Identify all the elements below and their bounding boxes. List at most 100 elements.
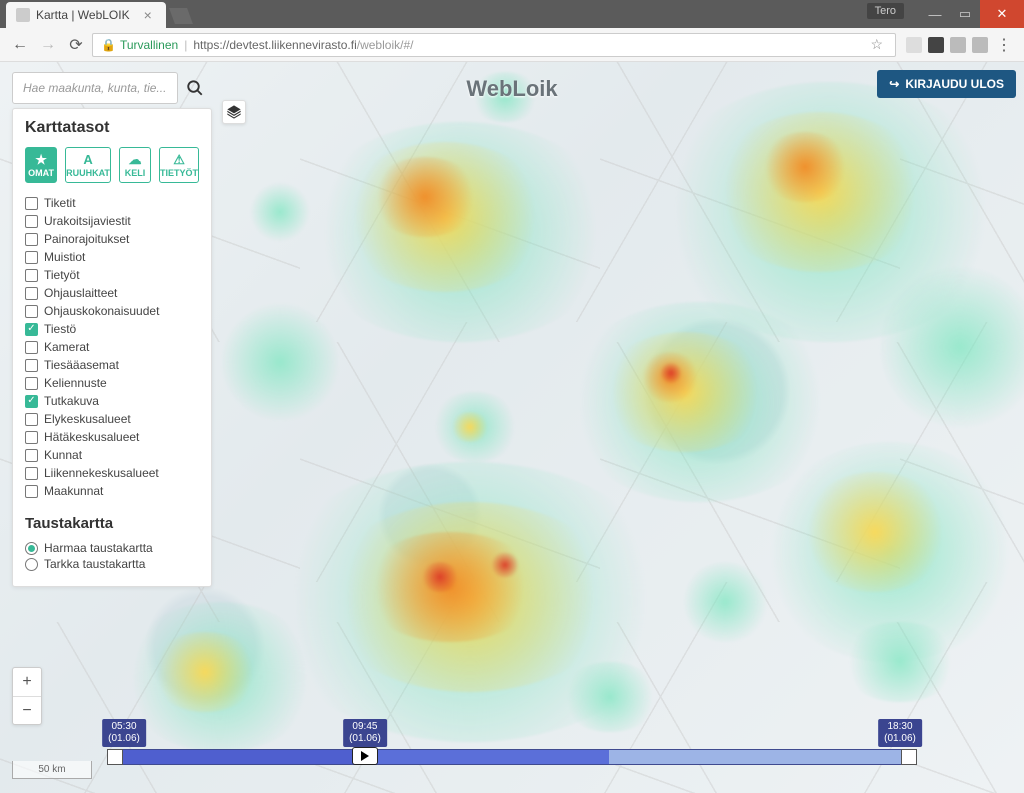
app-title: WebLoik <box>466 76 557 102</box>
radio-icon[interactable] <box>25 558 38 571</box>
checkbox-icon[interactable] <box>25 485 38 498</box>
basemap-item[interactable]: Tarkka taustakartta <box>25 556 199 572</box>
scale-bar: 50 km <box>12 761 92 779</box>
layer-item[interactable]: Kamerat <box>25 339 199 355</box>
zoom-in-button[interactable]: + <box>13 668 41 696</box>
layers-toggle-button[interactable] <box>222 100 246 124</box>
logout-button[interactable]: ↪ KIRJAUDU ULOS <box>877 70 1016 98</box>
layer-item[interactable]: Muistiot <box>25 249 199 265</box>
timeline-handle-start[interactable] <box>107 749 123 765</box>
checkbox-icon[interactable] <box>25 341 38 354</box>
layer-label: Hätäkeskusalueet <box>44 430 139 444</box>
category-button-tietyöt[interactable]: ⚠TIETYÖT <box>159 147 199 183</box>
layer-item[interactable]: Painorajoitukset <box>25 231 199 247</box>
search-icon[interactable] <box>184 77 206 99</box>
layer-item[interactable]: Kunnat <box>25 447 199 463</box>
checkbox-icon[interactable] <box>25 449 38 462</box>
timeline-current-label: 09:45 (01.06) <box>343 719 387 747</box>
layer-item[interactable]: Urakoitsijaviestit <box>25 213 199 229</box>
checkbox-icon[interactable] <box>25 395 38 408</box>
category-button-omat[interactable]: ★OMAT <box>25 147 57 183</box>
timeline-start-date: (01.06) <box>108 733 140 745</box>
checkbox-icon[interactable] <box>25 269 38 282</box>
window-user-label[interactable]: Tero <box>867 3 904 19</box>
checkbox-icon[interactable] <box>25 431 38 444</box>
window-close-button[interactable]: ✕ <box>980 0 1024 28</box>
checkbox-icon[interactable] <box>25 323 38 336</box>
browser-menu-button[interactable]: ⋮ <box>992 33 1016 57</box>
checkbox-icon[interactable] <box>25 467 38 480</box>
layer-item[interactable]: Tutkakuva <box>25 393 199 409</box>
basemap-title: Taustakartta <box>25 515 199 532</box>
layer-item[interactable]: Keliennuste <box>25 375 199 391</box>
category-button-keli[interactable]: ☁KELI <box>119 147 151 183</box>
secure-indicator: 🔒 Turvallinen <box>101 38 178 52</box>
timeline-track[interactable] <box>108 749 916 765</box>
checkbox-icon[interactable] <box>25 359 38 372</box>
secure-label: Turvallinen <box>120 38 178 52</box>
extension-icon[interactable] <box>906 37 922 53</box>
category-button-ruuhkat[interactable]: ARUUHKAT <box>65 147 111 183</box>
address-bar[interactable]: 🔒 Turvallinen | https://devtest.liikenne… <box>92 33 896 57</box>
timeline-handle-end[interactable] <box>901 749 917 765</box>
omat-icon: ★ <box>35 153 47 166</box>
search-box[interactable] <box>12 72 178 104</box>
url-path: /webloik/#/ <box>357 38 414 52</box>
checkbox-icon[interactable] <box>25 233 38 246</box>
layer-label: Tiestö <box>44 322 76 336</box>
checkbox-icon[interactable] <box>25 413 38 426</box>
layer-item[interactable]: Tiketit <box>25 195 199 211</box>
timeline-start-time: 05:30 <box>111 721 136 732</box>
layer-item[interactable]: Liikennekeskusalueet <box>25 465 199 481</box>
search-input[interactable] <box>23 81 167 95</box>
extension-icon[interactable] <box>972 37 988 53</box>
radio-icon[interactable] <box>25 542 38 555</box>
bookmark-star-icon[interactable]: ☆ <box>870 36 883 53</box>
tab-close-icon[interactable]: × <box>144 7 152 23</box>
tietyöt-icon: ⚠ <box>173 153 185 166</box>
layer-item[interactable]: Hätäkeskusalueet <box>25 429 199 445</box>
window-minimize-button[interactable]: — <box>920 0 950 28</box>
nav-forward-button[interactable]: → <box>36 33 60 57</box>
checkbox-icon[interactable] <box>25 251 38 264</box>
url-text: https://devtest.liikennevirasto.fi/weblo… <box>193 38 413 52</box>
extension-icon[interactable] <box>928 37 944 53</box>
layer-label: Elykeskusalueet <box>44 412 131 426</box>
timeline-end-time: 18:30 <box>887 721 912 732</box>
timeline-start-label: 05:30 (01.06) <box>102 719 146 747</box>
layer-label: Muistiot <box>44 250 85 264</box>
basemap-item[interactable]: Harmaa taustakartta <box>25 540 199 556</box>
checkbox-icon[interactable] <box>25 215 38 228</box>
window-maximize-button[interactable]: ▭ <box>950 0 980 28</box>
basemap-label: Tarkka taustakartta <box>44 557 145 571</box>
checkbox-icon[interactable] <box>25 287 38 300</box>
layer-label: Kamerat <box>44 340 89 354</box>
layer-label: Liikennekeskusalueet <box>44 466 159 480</box>
nav-back-button[interactable]: ← <box>8 33 32 57</box>
category-row: ★OMATARUUHKAT☁KELI⚠TIETYÖT <box>25 147 199 183</box>
layer-item[interactable]: Maakunnat <box>25 483 199 499</box>
nav-reload-button[interactable]: ⟳ <box>64 33 88 57</box>
checkbox-icon[interactable] <box>25 305 38 318</box>
layer-label: Ohjauskokonaisuudet <box>44 304 159 318</box>
layer-label: Keliennuste <box>44 376 107 390</box>
layer-item[interactable]: Tiesääasemat <box>25 357 199 373</box>
layer-label: Maakunnat <box>44 484 103 498</box>
layer-item[interactable]: Ohjauskokonaisuudet <box>25 303 199 319</box>
layer-label: Tiketit <box>44 196 76 210</box>
layer-item[interactable]: Tiestö <box>25 321 199 337</box>
browser-tab[interactable]: Kartta | WebLOIK × <box>6 2 166 28</box>
layer-item[interactable]: Tietyöt <box>25 267 199 283</box>
zoom-out-button[interactable]: − <box>13 696 41 724</box>
timeline-play-button[interactable] <box>352 747 378 765</box>
extension-icon[interactable] <box>950 37 966 53</box>
checkbox-icon[interactable] <box>25 377 38 390</box>
checkbox-icon[interactable] <box>25 197 38 210</box>
layer-item[interactable]: Elykeskusalueet <box>25 411 199 427</box>
zoom-control: + − <box>12 667 42 725</box>
panel-title: Karttatasot <box>25 119 199 137</box>
timeline-current-time: 09:45 <box>352 721 377 732</box>
layer-item[interactable]: Ohjauslaitteet <box>25 285 199 301</box>
layer-label: Kunnat <box>44 448 82 462</box>
map-viewport[interactable]: WebLoik ↪ KIRJAUDU ULOS Karttatasot ★OMA… <box>0 62 1024 793</box>
